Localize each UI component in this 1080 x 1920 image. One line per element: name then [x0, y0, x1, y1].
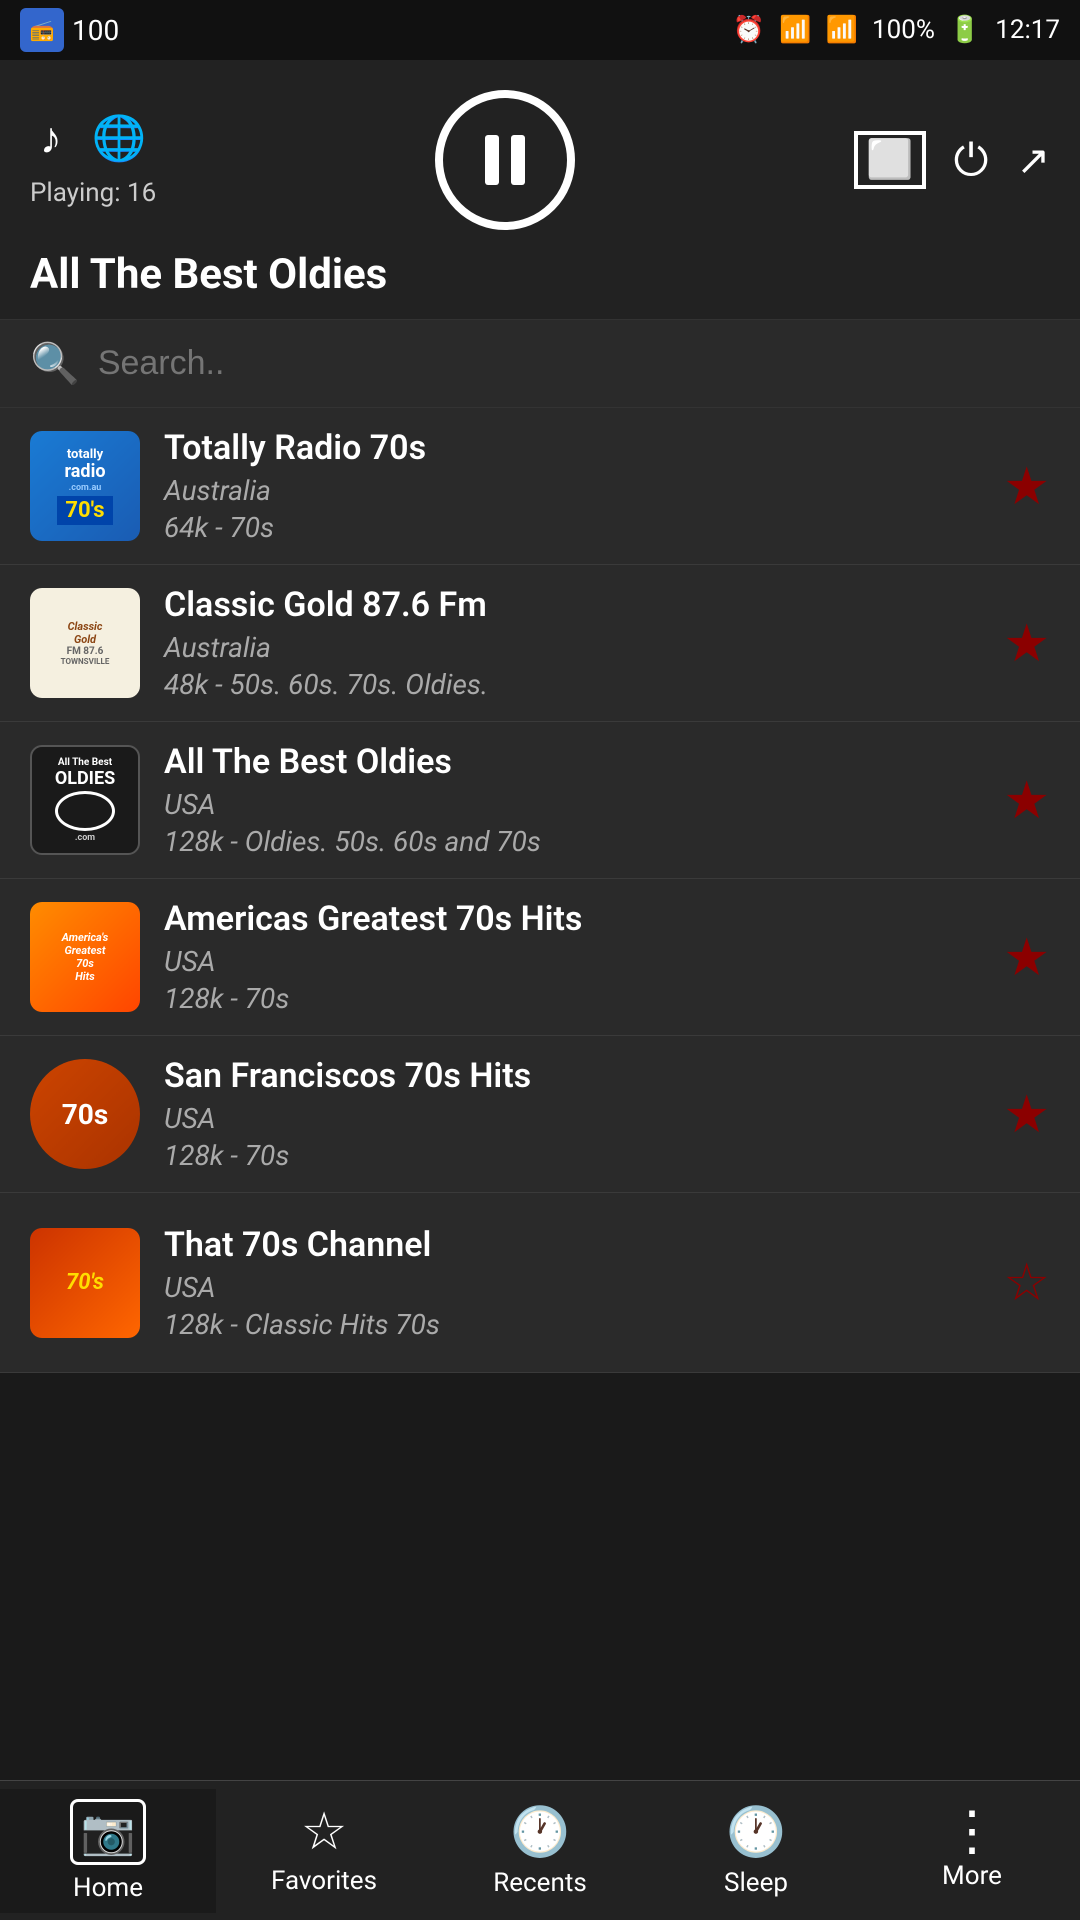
- nav-item-favorites[interactable]: ☆ Favorites: [216, 1796, 432, 1906]
- station-country: USA: [164, 945, 979, 978]
- station-name: Americas Greatest 70s Hits: [164, 899, 979, 939]
- favorite-star[interactable]: ★: [1003, 927, 1050, 988]
- status-app-number: 100: [72, 14, 119, 47]
- favorite-star[interactable]: ★: [1003, 613, 1050, 674]
- search-input[interactable]: [98, 344, 1050, 383]
- station-name: Classic Gold 87.6 Fm: [164, 585, 979, 625]
- favorite-star[interactable]: ★: [1003, 1084, 1050, 1145]
- station-name: That 70s Channel: [164, 1225, 979, 1265]
- alarm-icon: ⏰: [733, 15, 765, 45]
- music-note-icon[interactable]: ♪: [40, 112, 62, 164]
- status-bar: 📻 100 ⏰ 📶 📶 100% 🔋 12:17: [0, 0, 1080, 60]
- station-details: 128k - Oldies. 50s. 60s and 70s: [164, 825, 979, 858]
- station-details: 128k - Classic Hits 70s: [164, 1308, 979, 1341]
- station-logo-that70s: 70's: [30, 1228, 140, 1338]
- power-icon[interactable]: ⏻: [954, 134, 989, 186]
- sleep-icon: 🕐: [726, 1803, 786, 1860]
- station-logo-totally: totally radio .com.au 70's: [30, 431, 140, 541]
- station-info: Classic Gold 87.6 Fm Australia 48k - 50s…: [164, 585, 979, 701]
- station-name: All The Best Oldies: [164, 742, 979, 782]
- station-details: 64k - 70s: [164, 511, 979, 544]
- station-info: That 70s Channel USA 128k - Classic Hits…: [164, 1225, 979, 1341]
- home-label: Home: [73, 1873, 143, 1903]
- player-controls-row: ♪ 🌐 Playing: 16 ⬜ ⏻ ↗: [30, 90, 1050, 230]
- home-icon: 📷: [70, 1799, 147, 1865]
- bottom-nav: 📷 Home ☆ Favorites 🕐 Recents 🕐 Sleep ⋮ M…: [0, 1780, 1080, 1920]
- station-logo-sf: 70s: [30, 1059, 140, 1169]
- list-item[interactable]: totally radio .com.au 70's Totally Radio…: [0, 408, 1080, 565]
- app-icon: 📻: [20, 8, 64, 52]
- station-country: Australia: [164, 631, 979, 664]
- status-right: ⏰ 📶 📶 100% 🔋 12:17: [733, 15, 1060, 45]
- playing-label: Playing: 16: [30, 178, 156, 208]
- nav-item-home[interactable]: 📷 Home: [0, 1789, 216, 1913]
- station-logo-americas: America'sGreatest70sHits: [30, 902, 140, 1012]
- player-header: ♪ 🌐 Playing: 16 ⬜ ⏻ ↗ All The Best Oldie…: [0, 60, 1080, 319]
- list-item[interactable]: All The Best OLDIES .com All The Best Ol…: [0, 722, 1080, 879]
- wifi-icon: 📶: [779, 15, 811, 45]
- search-container[interactable]: 🔍: [0, 319, 1080, 408]
- station-name: San Franciscos 70s Hits: [164, 1056, 979, 1096]
- pause-bar-right: [511, 135, 525, 185]
- share-icon[interactable]: ↗: [1016, 137, 1050, 184]
- recents-label: Recents: [493, 1868, 587, 1898]
- nav-item-sleep[interactable]: 🕐 Sleep: [648, 1793, 864, 1908]
- now-playing-title: All The Best Oldies: [30, 250, 387, 299]
- nav-item-more[interactable]: ⋮ More: [864, 1800, 1080, 1901]
- left-icon-row: ♪ 🌐: [40, 112, 147, 164]
- station-logo-oldies: All The Best OLDIES .com: [30, 745, 140, 855]
- pause-bar-left: [485, 135, 499, 185]
- station-country: Australia: [164, 474, 979, 507]
- station-info: All The Best Oldies USA 128k - Oldies. 5…: [164, 742, 979, 858]
- recents-icon: 🕐: [510, 1803, 570, 1860]
- list-item[interactable]: America'sGreatest70sHits Americas Greate…: [0, 879, 1080, 1036]
- station-details: 128k - 70s: [164, 1139, 979, 1172]
- list-item[interactable]: ClassicGold FM 87.6 TOWNSVILLE Classic G…: [0, 565, 1080, 722]
- station-details: 48k - 50s. 60s. 70s. Oldies.: [164, 668, 979, 701]
- globe-icon[interactable]: 🌐: [92, 112, 147, 164]
- station-country: USA: [164, 788, 979, 821]
- nav-item-recents[interactable]: 🕐 Recents: [432, 1793, 648, 1908]
- list-item[interactable]: 70s San Franciscos 70s Hits USA 128k - 7…: [0, 1036, 1080, 1193]
- search-icon: 🔍: [30, 340, 80, 387]
- station-info: Americas Greatest 70s Hits USA 128k - 70…: [164, 899, 979, 1015]
- list-item[interactable]: 70's That 70s Channel USA 128k - Classic…: [0, 1193, 1080, 1373]
- player-left-icons: ♪ 🌐 Playing: 16: [30, 112, 156, 208]
- favorites-label: Favorites: [271, 1866, 377, 1896]
- battery-percent: 100%: [872, 15, 935, 45]
- station-details: 128k - 70s: [164, 982, 979, 1015]
- station-logo-classic: ClassicGold FM 87.6 TOWNSVILLE: [30, 588, 140, 698]
- player-right-icons: ⬜ ⏻ ↗: [854, 131, 1050, 189]
- station-info: Totally Radio 70s Australia 64k - 70s: [164, 428, 979, 544]
- station-info: San Franciscos 70s Hits USA 128k - 70s: [164, 1056, 979, 1172]
- battery-icon: 🔋: [949, 15, 981, 45]
- sleep-label: Sleep: [724, 1868, 788, 1898]
- pause-button[interactable]: [435, 90, 575, 230]
- favorite-star[interactable]: ★: [1003, 456, 1050, 517]
- more-icon: ⋮: [945, 1810, 999, 1853]
- favorites-icon: ☆: [301, 1806, 348, 1858]
- pause-icon: [485, 135, 525, 185]
- favorite-star[interactable]: ☆: [1003, 1252, 1050, 1313]
- more-label: More: [942, 1861, 1002, 1891]
- clock: 12:17: [995, 15, 1060, 45]
- signal-icon: 📶: [826, 15, 858, 45]
- station-country: USA: [164, 1271, 979, 1304]
- station-name: Totally Radio 70s: [164, 428, 979, 468]
- stop-icon[interactable]: ⬜: [854, 131, 925, 189]
- favorite-star[interactable]: ★: [1003, 770, 1050, 831]
- status-left: 📻 100: [20, 8, 119, 52]
- station-list: totally radio .com.au 70's Totally Radio…: [0, 408, 1080, 1373]
- station-country: USA: [164, 1102, 979, 1135]
